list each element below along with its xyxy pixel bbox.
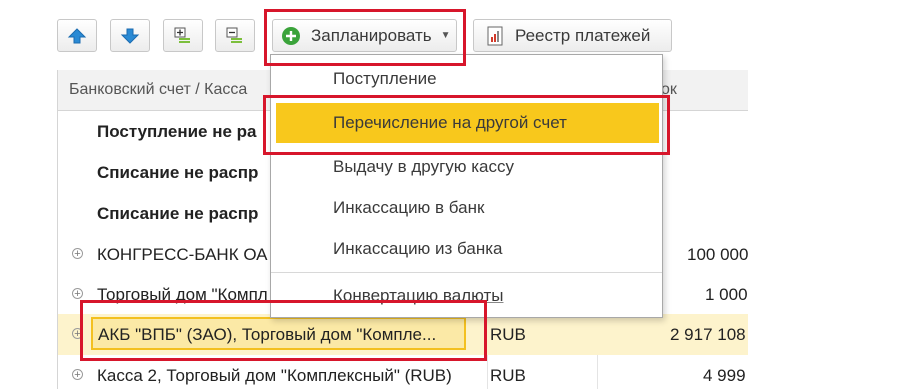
row-account-name: Списание не распр xyxy=(97,163,259,182)
row-account-name: АКБ "ВПБ" (ЗАО), Торговый дом "Компле... xyxy=(98,325,437,344)
row-account-name: Поступление не ра xyxy=(97,122,257,141)
collapse-tree-icon xyxy=(226,27,242,43)
menu-item-label: Инкассацию в банк xyxy=(333,198,485,217)
row-account-name: Списание не распр xyxy=(97,204,259,223)
arrow-down-icon xyxy=(120,28,140,44)
menu-item-label: Выдачу в другую кассу xyxy=(333,157,515,176)
menu-item-label: Поступление xyxy=(333,69,437,88)
menu-item-collection-from-bank[interactable]: Инкассацию из банка xyxy=(271,229,662,269)
expand-tree-icon xyxy=(174,27,190,43)
menu-item-receipt[interactable]: Поступление xyxy=(271,59,662,99)
menu-item-transfer-to-account[interactable]: Перечисление на другой счет xyxy=(276,103,659,143)
row-amount: 4 999 xyxy=(703,366,746,385)
menu-item-collection-to-bank[interactable]: Инкассацию в банк xyxy=(271,188,662,228)
menu-item-label: Перечисление на другой счет xyxy=(333,113,567,132)
column-header-partial[interactable]: ок xyxy=(661,81,677,99)
table-row[interactable]: + Касса 2, Торговый дом "Комплексный" (R… xyxy=(58,355,748,389)
menu-item-currency-conversion[interactable]: Конвертацию валюты xyxy=(271,276,662,316)
move-up-button[interactable] xyxy=(57,19,97,52)
row-amount: 100 000 xyxy=(687,245,748,264)
plus-circle-icon xyxy=(282,26,300,45)
plan-button-label: Запланировать xyxy=(311,25,432,45)
row-account-name: Торговый дом "Компл xyxy=(97,285,268,304)
expand-all-button[interactable] xyxy=(163,19,203,52)
row-account-name: КОНГРЕСС-БАНК ОА xyxy=(97,245,268,264)
collapse-all-button[interactable] xyxy=(215,19,255,52)
row-currency: RUB xyxy=(490,325,526,344)
plan-dropdown-menu: Поступление Перечисление на другой счет … xyxy=(270,54,663,318)
expand-row-icon[interactable]: + xyxy=(72,248,83,260)
table-row-selected[interactable]: + АКБ "ВПБ" (ЗАО), Торговый дом "Компле.… xyxy=(58,314,748,355)
payment-registry-button[interactable]: Реестр платежей xyxy=(473,19,672,52)
row-currency: RUB xyxy=(490,366,526,385)
row-amount: 2 917 108 xyxy=(670,325,746,344)
move-down-button[interactable] xyxy=(110,19,150,52)
menu-item-label: Конвертацию валюты xyxy=(333,286,504,305)
menu-separator xyxy=(271,272,662,273)
report-icon xyxy=(487,26,503,45)
column-header-account[interactable]: Банковский счет / Касса xyxy=(69,81,247,99)
row-amount: 1 000 xyxy=(705,285,748,304)
expand-row-icon[interactable]: + xyxy=(72,288,83,300)
chevron-down-icon: ▼ xyxy=(440,30,451,41)
expand-row-icon[interactable]: + xyxy=(72,328,83,340)
menu-item-issue-to-cashbox[interactable]: Выдачу в другую кассу xyxy=(271,147,662,187)
expand-row-icon[interactable]: + xyxy=(72,369,83,381)
row-account-name: Касса 2, Торговый дом "Комплексный" (RUB… xyxy=(97,366,452,385)
menu-item-label: Инкассацию из банка xyxy=(333,239,503,258)
registry-button-label: Реестр платежей xyxy=(515,25,651,45)
plan-dropdown-button[interactable]: Запланировать ▼ xyxy=(272,19,457,52)
arrow-up-icon xyxy=(67,27,87,43)
